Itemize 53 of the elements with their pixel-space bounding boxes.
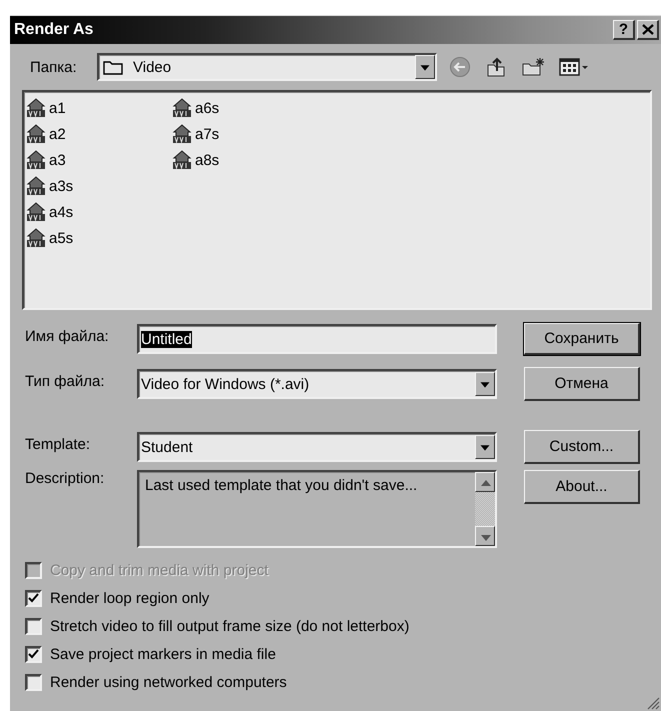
- scroll-down-icon[interactable]: [475, 526, 495, 546]
- video-file-icon: [26, 202, 46, 222]
- dialog-button[interactable]: Custom...: [524, 430, 640, 464]
- file-name-field[interactable]: Untitled: [137, 324, 497, 354]
- video-file-icon: [26, 150, 46, 170]
- up-folder-icon[interactable]: [485, 56, 507, 78]
- dialog-button[interactable]: Сохранить: [524, 323, 640, 355]
- window-title: Render As: [14, 21, 94, 39]
- checkbox[interactable]: [25, 674, 42, 690]
- video-file-icon: [26, 124, 46, 144]
- close-button[interactable]: [637, 20, 659, 40]
- video-file-icon: [172, 98, 192, 118]
- description-label: Description:: [25, 470, 106, 487]
- file-name-label: Имя файла:: [25, 327, 110, 345]
- folder-value: Video: [132, 58, 172, 76]
- checkbox[interactable]: [25, 618, 42, 634]
- file-type-label: Тип файла:: [25, 372, 106, 390]
- description-text: Last used template that you didn't save...: [144, 476, 418, 496]
- folder-label: Папка:: [30, 58, 78, 76]
- file-item[interactable]: a3: [49, 152, 66, 168]
- file-item[interactable]: a6s: [195, 100, 220, 116]
- close-icon: [642, 24, 654, 35]
- file-item[interactable]: a7s: [195, 126, 220, 142]
- video-file-icon: [26, 228, 46, 248]
- checkbox-label: Save project markers in media file: [50, 646, 276, 662]
- folder-icon: [103, 59, 123, 75]
- video-file-icon: [26, 176, 46, 196]
- new-folder-icon[interactable]: [521, 57, 545, 77]
- dialog-button[interactable]: About...: [524, 470, 640, 504]
- template-dropdown[interactable]: Student: [137, 432, 497, 462]
- file-item[interactable]: a3s: [49, 178, 74, 194]
- dialog-button[interactable]: Отмена: [524, 367, 640, 401]
- template-label: Template:: [25, 435, 92, 453]
- scroll-up-icon[interactable]: [475, 472, 495, 492]
- file-item[interactable]: a4s: [49, 204, 74, 220]
- checkbox-label: Render using networked computers: [50, 674, 287, 690]
- file-item[interactable]: a1: [49, 100, 66, 116]
- resize-grip-icon[interactable]: [646, 696, 660, 710]
- checkbox-label: Stretch video to fill output frame size (do not letterbox): [50, 618, 410, 634]
- back-icon[interactable]: [449, 56, 471, 78]
- file-item[interactable]: a5s: [49, 230, 74, 246]
- file-item[interactable]: a2: [49, 126, 66, 142]
- checkbox[interactable]: [25, 590, 42, 606]
- checkbox[interactable]: [25, 646, 42, 662]
- help-button[interactable]: ?: [613, 20, 635, 40]
- folder-dropdown[interactable]: Video: [97, 53, 437, 81]
- video-file-icon: [172, 150, 192, 170]
- file-type-dropdown[interactable]: Video for Windows (*.avi): [137, 369, 497, 399]
- file-item[interactable]: a8s: [195, 152, 220, 168]
- video-file-icon: [172, 124, 192, 144]
- checkbox-label: Render loop region only: [50, 590, 210, 606]
- view-menu-icon[interactable]: [559, 57, 589, 77]
- video-file-icon: [26, 98, 46, 118]
